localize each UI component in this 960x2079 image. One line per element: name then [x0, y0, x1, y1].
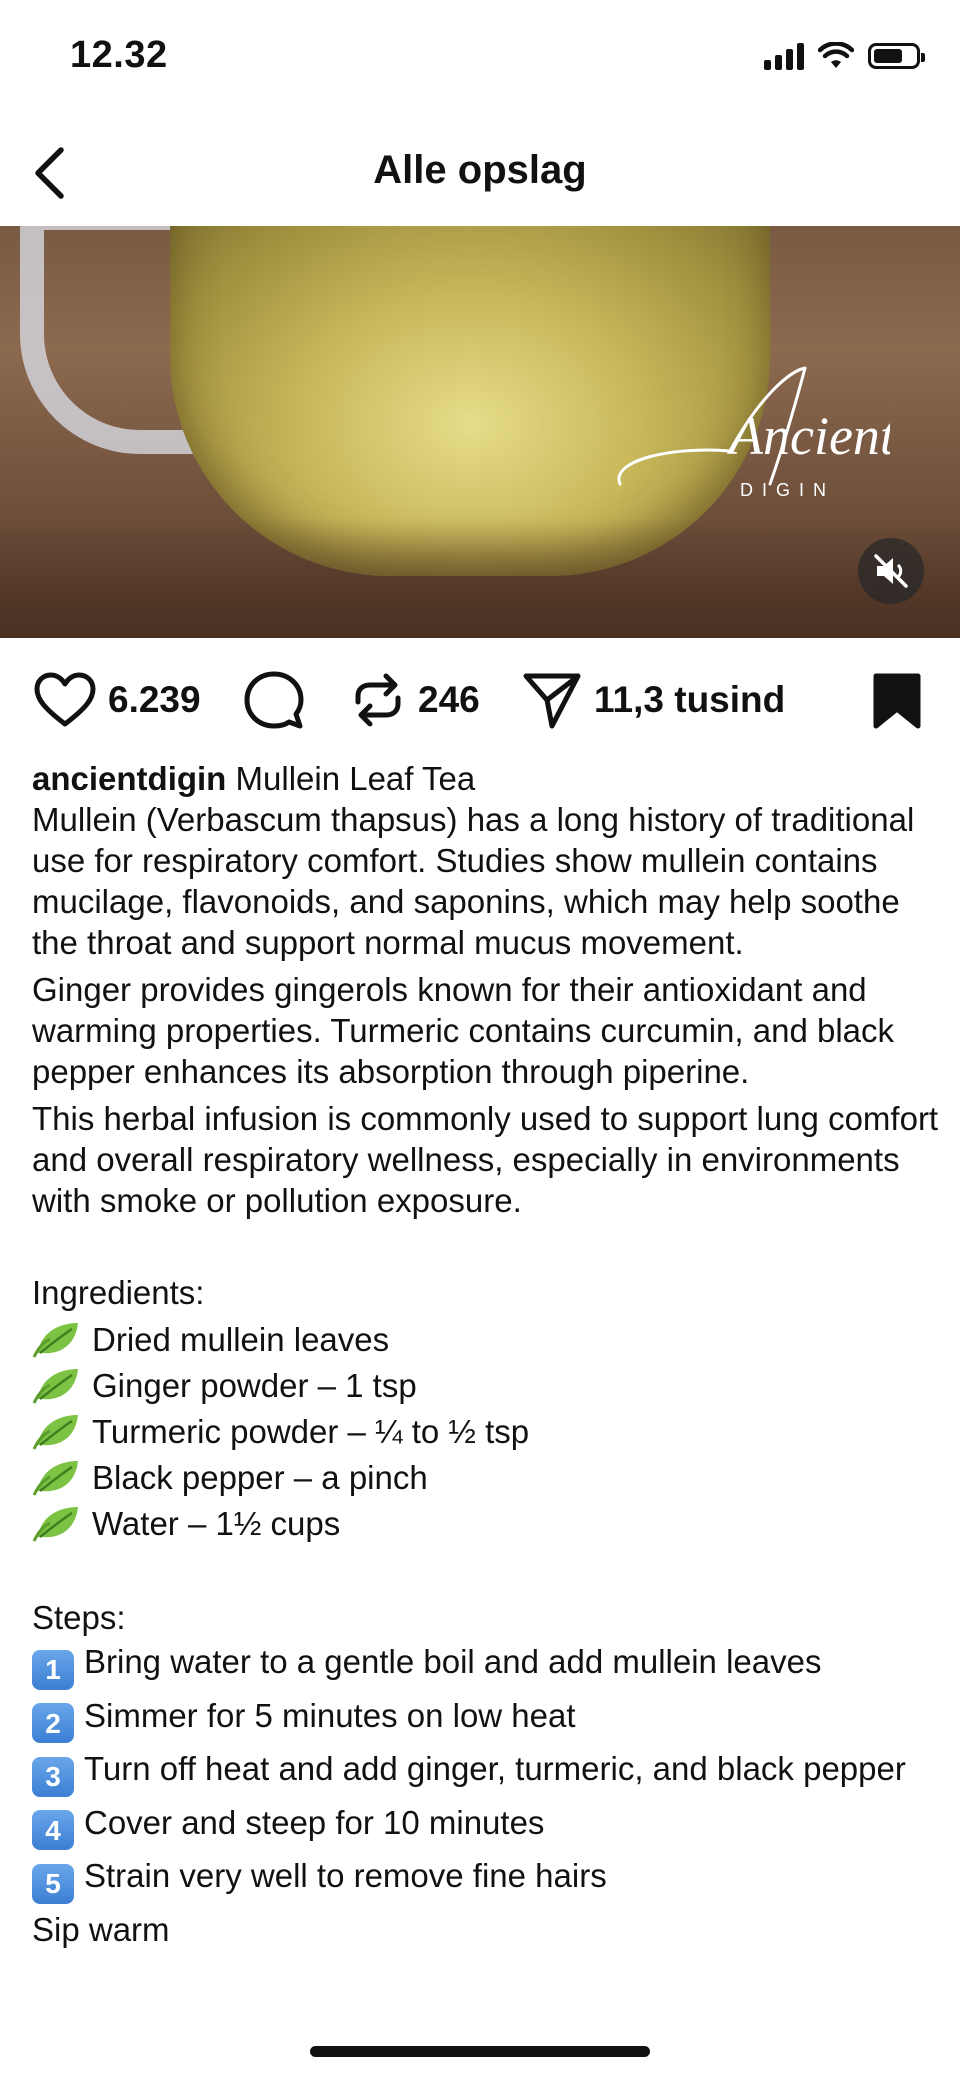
post-actions: 6.239 246 11,3 tusind [0, 660, 960, 740]
ingredients-heading: Ingredients: [32, 1274, 205, 1311]
step-item: 5 Strain very well to remove fine hairs [32, 1855, 942, 1904]
post-caption: ancientdigin Mullein Leaf Tea Mullein (V… [32, 758, 942, 1950]
logo-subtext: DIGIN [740, 480, 835, 500]
ancient-digin-logo: Ancient DIGIN [617, 366, 890, 500]
step-text: Turn off heat and add ginger, turmeric, … [84, 1750, 906, 1787]
battery-icon [868, 43, 925, 69]
leaf-icon [32, 1415, 78, 1450]
mute-button[interactable] [858, 538, 924, 604]
wifi-icon [818, 42, 854, 68]
step-item: 1 Bring water to a gentle boil and add mu… [32, 1641, 942, 1690]
caption-paragraph: Mullein (Verbascum thapsus) has a long h… [32, 801, 915, 961]
caption-header: ancientdigin Mullein Leaf Tea [32, 758, 942, 799]
bookmark-button[interactable] [872, 672, 922, 735]
keycap-number-icon: 5 [32, 1863, 74, 1904]
keycap-number-icon: 3 [32, 1756, 74, 1797]
caption-paragraph: This herbal infusion is commonly used to… [32, 1100, 939, 1219]
status-bar: 12.32 [0, 0, 960, 120]
ingredient-text: Ginger powder – 1 tsp [92, 1366, 417, 1404]
ingredient-item: Water – 1½ cups [32, 1500, 942, 1546]
leaf-icon [32, 1323, 78, 1358]
leaf-icon [32, 1507, 78, 1542]
leaf-icon [32, 1461, 78, 1496]
step-text: Simmer for 5 minutes on low heat [84, 1696, 576, 1734]
heart-icon[interactable] [34, 672, 96, 728]
step-item: 2 Simmer for 5 minutes on low heat [32, 1695, 942, 1743]
steps-heading: Steps: [32, 1599, 126, 1636]
keycap-number-icon: 1 [32, 1649, 74, 1690]
step-item: 3 Turn off heat and add ginger, turmeric,… [32, 1748, 942, 1797]
closing-text: Sip warm [32, 1910, 170, 1948]
caption-paragraph: Ginger provides gingerols known for thei… [32, 971, 895, 1090]
bookmark-icon [873, 673, 921, 729]
comment-group [244, 660, 304, 740]
leaf-icon [32, 1369, 78, 1404]
send-icon[interactable] [522, 670, 582, 730]
repost-count[interactable]: 246 [418, 679, 480, 721]
logo-text: Ancient [727, 406, 890, 466]
ingredient-text: Turmeric powder – ¼ to ½ tsp [92, 1412, 530, 1450]
status-time: 12.32 [70, 34, 168, 76]
share-count[interactable]: 11,3 tusind [594, 679, 785, 721]
ingredient-text: Water – 1½ cups [92, 1504, 341, 1542]
step-text: Strain very well to remove fine hairs [84, 1857, 607, 1894]
ingredient-item: Black pepper – a pinch [32, 1454, 942, 1500]
page-title: Alle opslag [373, 148, 587, 192]
battery-level [874, 49, 902, 63]
home-indicator[interactable] [310, 2046, 650, 2057]
step-text: Cover and steep for 10 minutes [84, 1803, 545, 1841]
step-text: Bring water to a gentle boil and add mul… [84, 1643, 822, 1680]
comment-icon[interactable] [244, 670, 304, 730]
like-count[interactable]: 6.239 [108, 679, 201, 721]
keycap-number-icon: 4 [32, 1810, 74, 1850]
step-item: 4 Cover and steep for 10 minutes [32, 1802, 942, 1850]
ingredient-item: Dried mullein leaves [32, 1316, 942, 1362]
nav-header: Alle opslag [0, 120, 960, 226]
ingredient-text: Dried mullein leaves [92, 1320, 390, 1358]
share-group: 11,3 tusind [522, 660, 785, 740]
ingredient-item: Turmeric powder – ¼ to ½ tsp [32, 1408, 942, 1454]
cellular-signal-icon [764, 42, 804, 70]
ingredient-text: Black pepper – a pinch [92, 1458, 428, 1496]
repost-icon[interactable] [350, 670, 406, 730]
ingredient-item: Ginger powder – 1 tsp [32, 1362, 942, 1408]
speaker-muted-icon [874, 554, 908, 588]
repost-group: 246 [350, 660, 480, 740]
status-icons [764, 42, 925, 70]
post-video[interactable]: Ancient DIGIN [0, 226, 960, 638]
keycap-number-icon: 2 [32, 1703, 74, 1743]
post-title: Mullein Leaf Tea [235, 760, 476, 797]
username[interactable]: ancientdigin [32, 760, 226, 797]
like-group: 6.239 [34, 660, 201, 740]
